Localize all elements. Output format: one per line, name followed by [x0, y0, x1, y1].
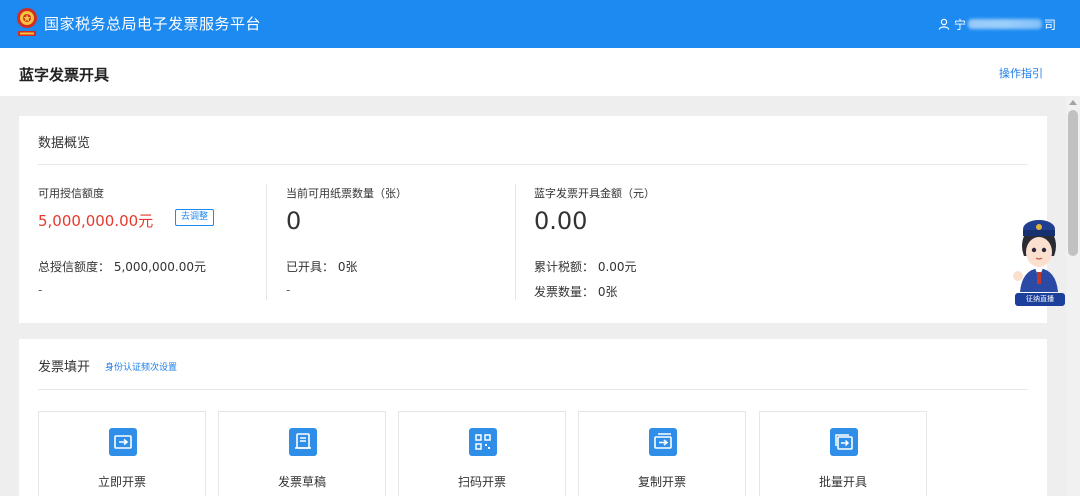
invoice-ticket-icon	[109, 428, 137, 456]
tile-issue-now[interactable]: 立即开票	[38, 411, 206, 496]
tile-label: 扫码开票	[457, 475, 506, 489]
tile-scan-issue[interactable]: 扫码开票	[398, 411, 566, 496]
overview-divider	[38, 164, 1028, 165]
top-bar: 国家税务总局电子发票服务平台 宁 司	[0, 0, 1080, 48]
stat-separator	[266, 184, 267, 300]
redacted-user-name	[968, 19, 1043, 29]
tile-label: 复制开票	[637, 475, 686, 489]
app-title: 国家税务总局电子发票服务平台	[44, 15, 262, 33]
credit-value: 5,000,000.00元	[38, 212, 154, 230]
credit-label: 可用授信额度	[38, 187, 104, 200]
user-menu[interactable]: 宁 司	[938, 15, 1056, 33]
total-tax-text: 累计税额： 0.00元	[534, 260, 637, 274]
paper-invoice-label: 当前可用纸票数量（张）	[286, 187, 407, 200]
tile-batch-issue[interactable]: 批量开具	[759, 411, 927, 496]
issued-count-text: 已开具： 0张	[286, 260, 358, 274]
batch-invoice-icon	[830, 428, 858, 456]
live-broadcast-mascot[interactable]: 征纳直播	[1010, 216, 1068, 308]
tax-emblem-icon	[16, 6, 38, 40]
tile-label: 发票草稿	[277, 475, 326, 489]
user-name-prefix: 宁	[954, 17, 967, 32]
qr-code-icon	[469, 428, 497, 456]
draft-document-icon	[289, 428, 317, 456]
page-header: 蓝字发票开具 操作指引	[0, 48, 1080, 96]
operation-guide-link[interactable]: 操作指引	[999, 65, 1043, 81]
total-credit-text: 总授信额度： 5,000,000.00元	[38, 260, 206, 274]
page-title: 蓝字发票开具	[19, 66, 110, 84]
invoice-count-text: 发票数量： 0张	[534, 285, 618, 299]
user-icon	[938, 18, 950, 30]
invoice-amount-value: 0.00	[534, 207, 588, 235]
tile-copy-issue[interactable]: 复制开票	[578, 411, 746, 496]
tile-label: 批量开具	[818, 475, 867, 489]
tile-label: 立即开票	[97, 475, 146, 489]
scrollbar-thumb[interactable]	[1068, 110, 1078, 256]
tile-invoice-draft[interactable]: 发票草稿	[218, 411, 386, 496]
invoice-fill-card: 发票填开 身份认证频次设置 立即开票 发票草稿 扫码开票 复制开票 批量开具	[19, 339, 1047, 496]
overview-title: 数据概览	[38, 136, 91, 151]
invoice-amount-label: 蓝字发票开具金额（元）	[534, 187, 655, 200]
data-overview-card: 数据概览 可用授信额度 5,000,000.00元 去调整 总授信额度： 5,0…	[19, 116, 1047, 323]
paper-invoice-value: 0	[286, 207, 302, 235]
stat-separator	[515, 184, 516, 300]
adjust-credit-button[interactable]: 去调整	[175, 209, 215, 226]
copy-invoice-icon	[649, 428, 677, 456]
invoice-fill-title: 发票填开	[38, 360, 91, 375]
scroll-up-arrow-icon[interactable]	[1069, 100, 1077, 105]
paper-invoice-dash: -	[286, 283, 291, 297]
invoice-fill-divider	[38, 389, 1028, 390]
user-name-suffix: 司	[1044, 17, 1057, 32]
identity-frequency-link[interactable]: 身份认证频次设置	[105, 360, 177, 373]
mascot-caption: 征纳直播	[1015, 293, 1065, 306]
credit-dash: -	[38, 283, 43, 297]
